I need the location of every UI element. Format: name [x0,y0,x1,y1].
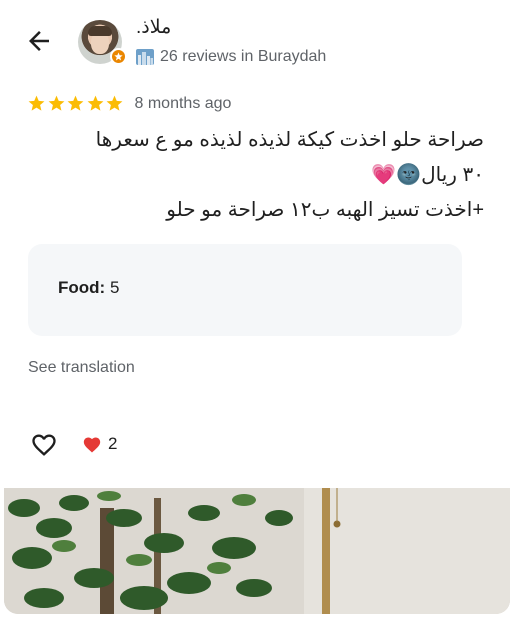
reviewer-meta: 26 reviews in Buraydah [136,48,326,66]
city-skyline-icon [136,49,154,65]
plant-photo-image [4,488,510,614]
star-icon [48,95,64,111]
red-heart-icon [83,437,101,453]
attribute-ratings-card: Food: 5 [28,244,462,336]
food-rating: Food: 5 [58,278,119,298]
heart-outline-icon[interactable] [29,431,59,459]
avatar-hair [88,26,112,36]
review-text: صراحة حلو اخذت كيكة لذيذه لذيذه مو ع سعر… [14,123,484,228]
review-text-line: ٣٠ ريال🌚💗 [371,164,484,186]
food-rating-value: 5 [109,278,120,297]
reaction-count: 2 [108,434,118,453]
review-header: ملاذ. 26 reviews in Buraydah [0,0,514,84]
review-text-line: صراحة حلو اخذت كيكة لذيذه لذيذه مو ع سعر… [95,129,484,151]
star-rating: 8 months ago [27,94,231,113]
review-text-line: +اخذت تسيز الهبه ب١٢ صراحة مو حلو [166,199,484,221]
review-date: 8 months ago [134,94,232,112]
star-icon [106,95,123,111]
back-arrow-icon[interactable] [24,26,54,56]
star-icon [67,95,84,111]
badge-star-icon [114,52,123,61]
reviews-summary: 26 reviews in Buraydah [160,48,327,65]
star-icon [87,95,103,111]
local-guide-badge-icon [110,48,127,65]
reviewer-name[interactable]: ملاذ. [136,16,171,39]
food-rating-label: Food: [58,278,106,297]
see-translation-link[interactable]: See translation [28,359,135,377]
reactions[interactable]: 2 [82,434,117,454]
star-icon [28,95,45,111]
review-photo[interactable] [4,488,510,614]
